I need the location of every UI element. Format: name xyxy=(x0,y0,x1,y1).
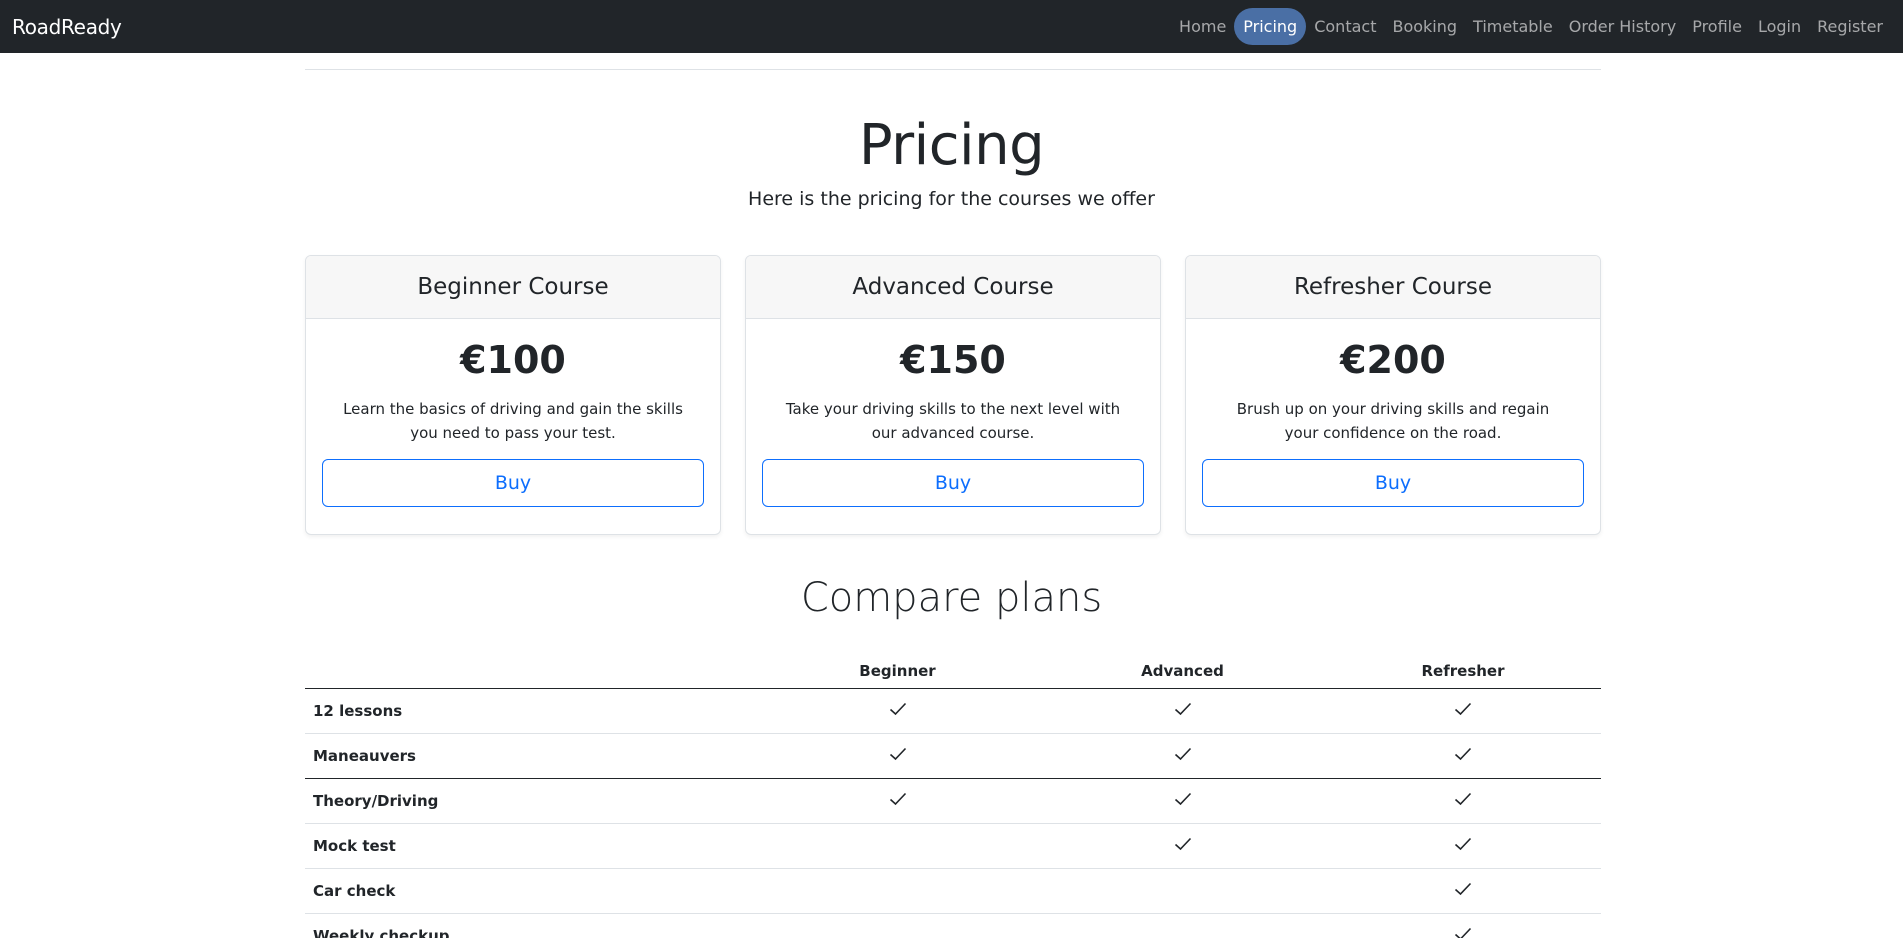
check-icon xyxy=(1454,882,1472,900)
check-icon xyxy=(1174,702,1192,720)
cell-advanced xyxy=(1040,688,1325,734)
compare-table: Beginner Advanced Refresher 12 lessons Ma… xyxy=(305,654,1601,938)
cell-beginner xyxy=(755,733,1040,779)
cell-refresher xyxy=(1325,868,1601,914)
cell-beginner xyxy=(755,913,1040,938)
card-body: €200 Brush up on your driving skills and… xyxy=(1186,319,1600,523)
page-title: Pricing xyxy=(858,113,1045,178)
brand-logo[interactable]: RoadReady xyxy=(12,15,122,39)
feature-label: Maneauvers xyxy=(305,733,755,779)
column-header-refresher: Refresher xyxy=(1325,654,1601,689)
nav-link-login[interactable]: Login xyxy=(1750,9,1809,44)
buy-beginner-button[interactable]: Buy xyxy=(322,459,704,507)
cell-beginner xyxy=(755,823,1040,869)
table-row: 12 lessons xyxy=(305,688,1601,734)
cell-advanced xyxy=(1040,823,1325,869)
column-header-advanced: Advanced xyxy=(1040,654,1325,689)
cell-refresher xyxy=(1325,688,1601,734)
check-icon xyxy=(889,702,907,720)
check-icon xyxy=(1454,837,1472,855)
nav-link-contact[interactable]: Contact xyxy=(1306,9,1384,44)
nav-link-order-history[interactable]: Order History xyxy=(1561,9,1684,44)
cell-beginner xyxy=(755,778,1040,824)
card-advanced: Advanced Course €150 Take your driving s… xyxy=(745,255,1161,535)
check-icon xyxy=(1174,837,1192,855)
feature-label: Car check xyxy=(305,868,755,914)
check-icon xyxy=(1454,747,1472,765)
nav-links: Home Pricing Contact Booking Timetable O… xyxy=(1171,0,1891,53)
card-beginner: Beginner Course €100 Learn the basics of… xyxy=(305,255,721,535)
cell-beginner xyxy=(755,688,1040,734)
top-navbar: RoadReady Home Pricing Contact Booking T… xyxy=(0,0,1903,53)
table-header-row: Beginner Advanced Refresher xyxy=(305,654,1601,689)
nav-link-home[interactable]: Home xyxy=(1171,9,1234,44)
divider xyxy=(305,69,1601,70)
check-icon xyxy=(889,747,907,765)
check-icon xyxy=(1454,927,1472,938)
card-title: Refresher Course xyxy=(1186,256,1600,319)
table-row: Maneauvers xyxy=(305,733,1601,779)
pricing-cards: Beginner Course €100 Learn the basics of… xyxy=(305,255,1601,535)
card-price: €100 xyxy=(460,338,566,382)
buy-advanced-button[interactable]: Buy xyxy=(762,459,1144,507)
card-title: Advanced Course xyxy=(746,256,1160,319)
feature-label: Theory/Driving xyxy=(305,778,755,824)
cell-refresher xyxy=(1325,778,1601,824)
table-row: Car check xyxy=(305,868,1601,914)
check-icon xyxy=(1174,747,1192,765)
check-icon xyxy=(1454,702,1472,720)
cell-refresher xyxy=(1325,913,1601,938)
check-icon xyxy=(889,792,907,810)
cell-advanced xyxy=(1040,868,1325,914)
buy-refresher-button[interactable]: Buy xyxy=(1202,459,1584,507)
feature-label: Mock test xyxy=(305,823,755,869)
cell-advanced xyxy=(1040,733,1325,779)
check-icon xyxy=(1174,792,1192,810)
pricing-header: Pricing Here is the pricing for the cour… xyxy=(0,110,1903,210)
table-row: Mock test xyxy=(305,823,1601,869)
cell-advanced xyxy=(1040,778,1325,824)
card-refresher: Refresher Course €200 Brush up on your d… xyxy=(1185,255,1601,535)
card-description: Brush up on your driving skills and rega… xyxy=(1236,400,1550,442)
nav-link-pricing[interactable]: Pricing xyxy=(1234,8,1307,45)
table-row: Weekly checkup xyxy=(305,913,1601,938)
cell-advanced xyxy=(1040,913,1325,938)
column-header-beginner: Beginner xyxy=(755,654,1040,689)
card-description: Learn the basics of driving and gain the… xyxy=(343,400,683,442)
card-body: €100 Learn the basics of driving and gai… xyxy=(306,319,720,523)
cell-refresher xyxy=(1325,823,1601,869)
nav-link-register[interactable]: Register xyxy=(1809,9,1891,44)
feature-label: Weekly checkup xyxy=(305,913,755,938)
feature-label: 12 lessons xyxy=(305,688,755,734)
nav-link-booking[interactable]: Booking xyxy=(1384,9,1465,44)
page-subtitle: Here is the pricing for the courses we o… xyxy=(748,188,1155,210)
nav-link-timetable[interactable]: Timetable xyxy=(1465,9,1561,44)
nav-link-profile[interactable]: Profile xyxy=(1684,9,1750,44)
card-price: €200 xyxy=(1340,338,1446,382)
compare-table-body: 12 lessons Maneauvers Theory/Driving Mock t… xyxy=(305,688,1601,938)
compare-title: Compare plans xyxy=(800,575,1103,621)
column-header-feature xyxy=(305,654,755,689)
table-row: Theory/Driving xyxy=(305,778,1601,824)
card-title: Beginner Course xyxy=(306,256,720,319)
check-icon xyxy=(1454,792,1472,810)
card-description: Take your driving skills to the next lev… xyxy=(785,400,1121,442)
cell-refresher xyxy=(1325,733,1601,779)
card-price: €150 xyxy=(900,338,1006,382)
card-body: €150 Take your driving skills to the nex… xyxy=(746,319,1160,523)
cell-beginner xyxy=(755,868,1040,914)
